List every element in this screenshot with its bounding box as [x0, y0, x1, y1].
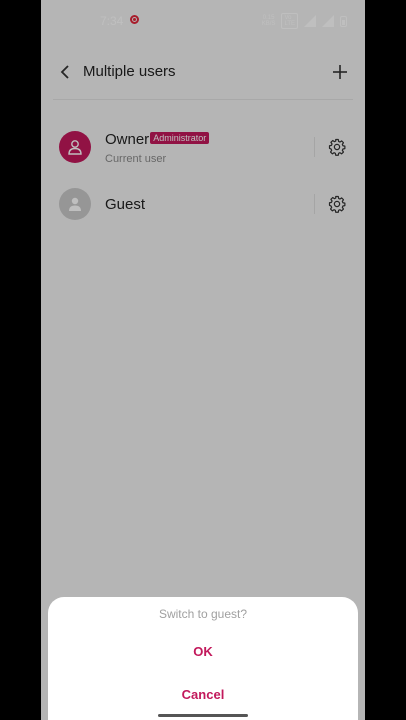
dialog-title: Switch to guest?	[158, 607, 248, 621]
phone-screen: 7:34 0.15 KB/S Vo LTE Multiple users Own…	[41, 0, 365, 720]
switch-guest-dialog: Switch to guest? OK Cancel	[48, 597, 358, 720]
ok-button[interactable]: OK	[48, 644, 358, 659]
home-indicator[interactable]	[158, 714, 248, 717]
cancel-button[interactable]: Cancel	[48, 687, 358, 702]
